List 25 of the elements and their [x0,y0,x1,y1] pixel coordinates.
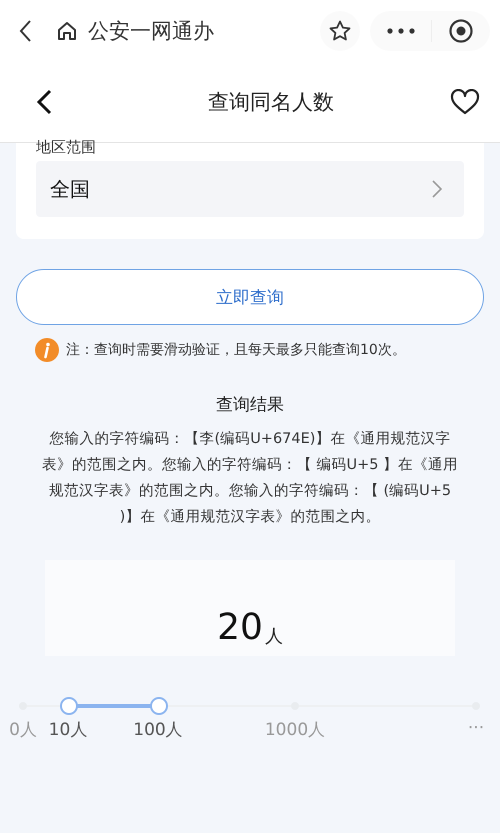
count-value: 20 [217,608,263,648]
more-icon[interactable] [386,27,416,35]
scale-label: ··· [468,718,484,738]
home-icon[interactable] [56,20,78,42]
page-title: 查询同名人数 [208,89,334,116]
scale-label: 10人 [48,719,88,741]
info-icon [34,337,60,363]
heart-icon[interactable] [450,89,480,115]
note-text: 注：查询时需要滑动验证，且每天最多只能查询10次。 [66,341,406,359]
result-text: 您输入的字符编码：【李(编码U+674E)】在《通用规范汉字表》的范围之内。您输入的字符编码：【 编码U+5 】在《通用规范汉字表》的范围之内。您输入的字符编码：【 (编码U+5 )】在《通用规范汉字表》的范围之内。 [40,430,460,527]
close-icon[interactable] [448,18,474,44]
favorite-button[interactable] [320,11,360,51]
scale-label: 1000人 [264,719,326,741]
region-select[interactable]: 全国 [36,161,464,217]
chevron-right-icon [432,180,442,198]
app-title: 公安一网通办 [88,18,215,45]
star-icon [328,19,352,43]
field-label: 地区范围 [36,137,97,157]
back-icon[interactable] [36,89,52,115]
scale-label: 100人 [133,719,183,741]
result-title: 查询结果 [215,394,285,416]
scale-label: 0人 [9,719,37,741]
query-button[interactable]: 立即查询 [16,269,484,325]
back-icon[interactable] [18,19,32,43]
count-unit: 人 [264,625,283,648]
